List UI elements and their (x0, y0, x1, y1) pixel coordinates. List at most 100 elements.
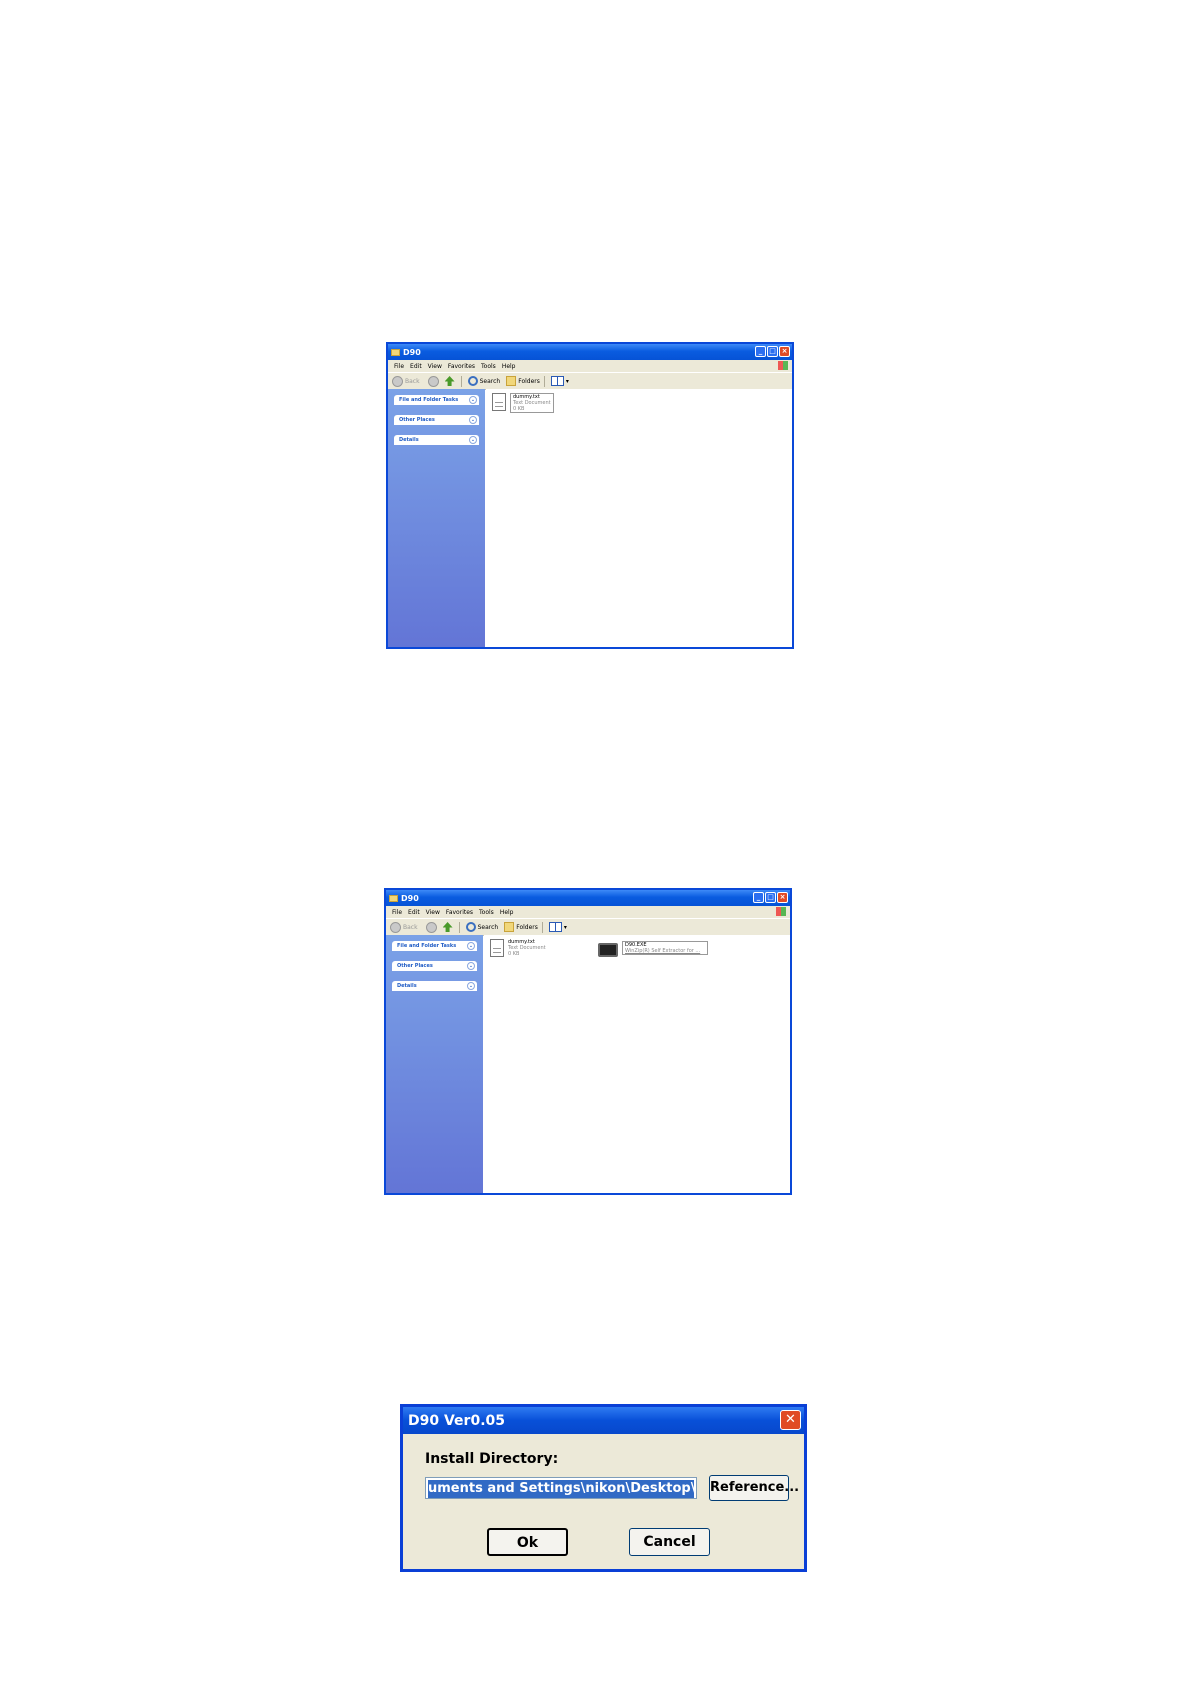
search-icon (467, 376, 478, 386)
menu-view[interactable]: View (426, 909, 440, 916)
panel-label: Other Places (399, 417, 435, 423)
panel-other-places[interactable]: Other Places ⌄ (394, 415, 479, 425)
panel-details[interactable]: Details ⌄ (394, 435, 479, 445)
folder-icon (391, 348, 400, 356)
back-label[interactable]: Back (405, 378, 420, 385)
menu-tools[interactable]: Tools (479, 909, 494, 916)
windows-flag-icon (778, 361, 788, 370)
dialog-title: D90 Ver0.05 (408, 1412, 505, 1429)
install-dialog: D90 Ver0.05 ✕ Install Directory: uments … (400, 1404, 807, 1572)
panel-label: Details (397, 983, 417, 989)
menu-bar: File Edit View Favorites Tools Help (386, 906, 790, 918)
minimize-button[interactable]: _ (755, 346, 766, 357)
file-size: 0 KB (508, 951, 520, 957)
maximize-button[interactable]: □ (765, 892, 776, 903)
panel-file-folder-tasks[interactable]: File and Folder Tasks ⌄ (392, 941, 477, 951)
chevron-down-icon[interactable]: ⌄ (469, 396, 477, 404)
explorer-window-2: D90 _ □ × File Edit View Favorites Tools… (384, 888, 792, 1195)
file-list: dummy.txt Text Document 0 KB D90.EXE Win… (484, 935, 790, 1193)
close-icon: ✕ (785, 1412, 796, 1427)
folders-icon (504, 922, 515, 932)
views-icon (550, 376, 564, 386)
dropdown-arrow-icon: ▾ (563, 923, 567, 931)
folder-icon (389, 894, 398, 902)
file-item-d90-exe[interactable]: D90.EXE WinZip(R) Self Extractor for ... (598, 941, 708, 957)
forward-arrow-icon[interactable] (425, 921, 437, 933)
back-label[interactable]: Back (403, 924, 418, 931)
task-pane: File and Folder Tasks ⌄ Other Places ⌄ D… (388, 389, 485, 647)
install-directory-label: Install Directory: (425, 1451, 559, 1467)
chevron-down-icon[interactable]: ⌄ (467, 942, 475, 950)
file-list: dummy.txt Text Document 0 KB (486, 389, 792, 647)
close-button[interactable]: × (777, 892, 788, 903)
dialog-title-bar[interactable]: D90 Ver0.05 ✕ (403, 1407, 804, 1434)
menu-bar: File Edit View Favorites Tools Help (388, 360, 792, 372)
task-pane: File and Folder Tasks ⌄ Other Places ⌄ D… (386, 935, 483, 1193)
folder-up-icon[interactable] (442, 922, 453, 932)
back-arrow-icon[interactable] (392, 375, 403, 387)
reference-button[interactable]: Reference... (709, 1475, 799, 1501)
chevron-down-icon[interactable]: ⌄ (467, 982, 475, 990)
menu-help[interactable]: Help (500, 909, 514, 916)
window-title: D90 (403, 347, 421, 357)
folders-label: Folders (516, 923, 538, 931)
toolbar: Back Search Folders ▾ (388, 372, 792, 390)
panel-label: File and Folder Tasks (397, 943, 457, 949)
back-arrow-icon[interactable] (390, 921, 401, 933)
menu-favorites[interactable]: Favorites (448, 363, 475, 370)
search-icon (465, 922, 476, 932)
menu-favorites[interactable]: Favorites (446, 909, 473, 916)
search-label: Search (477, 923, 499, 931)
text-document-icon (492, 393, 506, 411)
maximize-button[interactable]: □ (767, 346, 778, 357)
panel-label: Details (399, 437, 419, 443)
minimize-button[interactable]: _ (753, 892, 764, 903)
chevron-down-icon[interactable]: ⌄ (469, 436, 477, 444)
toolbar: Back Search Folders ▾ (386, 918, 790, 936)
explorer-window-1: D90 _ □ × File Edit View Favorites Tools… (386, 342, 794, 649)
views-icon (548, 922, 562, 932)
close-button[interactable]: × (779, 346, 790, 357)
folder-up-icon[interactable] (444, 376, 455, 386)
file-description: WinZip(R) Self Extractor for ... (625, 948, 701, 954)
title-bar[interactable]: D90 _ □ × (388, 344, 792, 360)
dropdown-arrow-icon: ▾ (565, 377, 569, 385)
title-bar[interactable]: D90 _ □ × (386, 890, 790, 906)
menu-help[interactable]: Help (502, 363, 516, 370)
menu-file[interactable]: File (394, 363, 404, 370)
cancel-button[interactable]: Cancel (629, 1528, 710, 1556)
folders-icon (506, 376, 517, 386)
chevron-down-icon[interactable]: ⌄ (469, 416, 477, 424)
panel-label: File and Folder Tasks (399, 397, 459, 403)
panel-file-folder-tasks[interactable]: File and Folder Tasks ⌄ (394, 395, 479, 405)
window-title: D90 (401, 893, 419, 903)
panel-other-places[interactable]: Other Places ⌄ (392, 961, 477, 971)
file-item-dummy-txt[interactable]: dummy.txt Text Document 0 KB (492, 393, 554, 413)
text-document-icon (490, 939, 504, 957)
folders-button[interactable]: Folders (504, 922, 538, 932)
folders-button[interactable]: Folders (506, 376, 540, 386)
search-label: Search (479, 377, 501, 385)
path-value: uments and Settings\nikon\Desktop\D90 (428, 1480, 694, 1498)
file-size: 0 KB (513, 406, 525, 412)
panel-details[interactable]: Details ⌄ (392, 981, 477, 991)
menu-edit[interactable]: Edit (408, 909, 420, 916)
menu-view[interactable]: View (428, 363, 442, 370)
views-button[interactable]: ▾ (550, 376, 569, 386)
search-button[interactable]: Search (465, 922, 499, 932)
menu-edit[interactable]: Edit (410, 363, 422, 370)
chevron-down-icon[interactable]: ⌄ (467, 962, 475, 970)
close-button[interactable]: ✕ (780, 1410, 801, 1430)
menu-tools[interactable]: Tools (481, 363, 496, 370)
application-icon (598, 943, 618, 957)
forward-arrow-icon[interactable] (427, 375, 439, 387)
file-item-dummy-txt[interactable]: dummy.txt Text Document 0 KB (490, 939, 546, 957)
menu-file[interactable]: File (392, 909, 402, 916)
ok-button[interactable]: Ok (487, 1528, 568, 1556)
panel-label: Other Places (397, 963, 433, 969)
search-button[interactable]: Search (467, 376, 501, 386)
folders-label: Folders (518, 377, 540, 385)
windows-flag-icon (776, 907, 786, 916)
install-directory-input[interactable]: uments and Settings\nikon\Desktop\D90 (425, 1477, 697, 1499)
views-button[interactable]: ▾ (548, 922, 567, 932)
